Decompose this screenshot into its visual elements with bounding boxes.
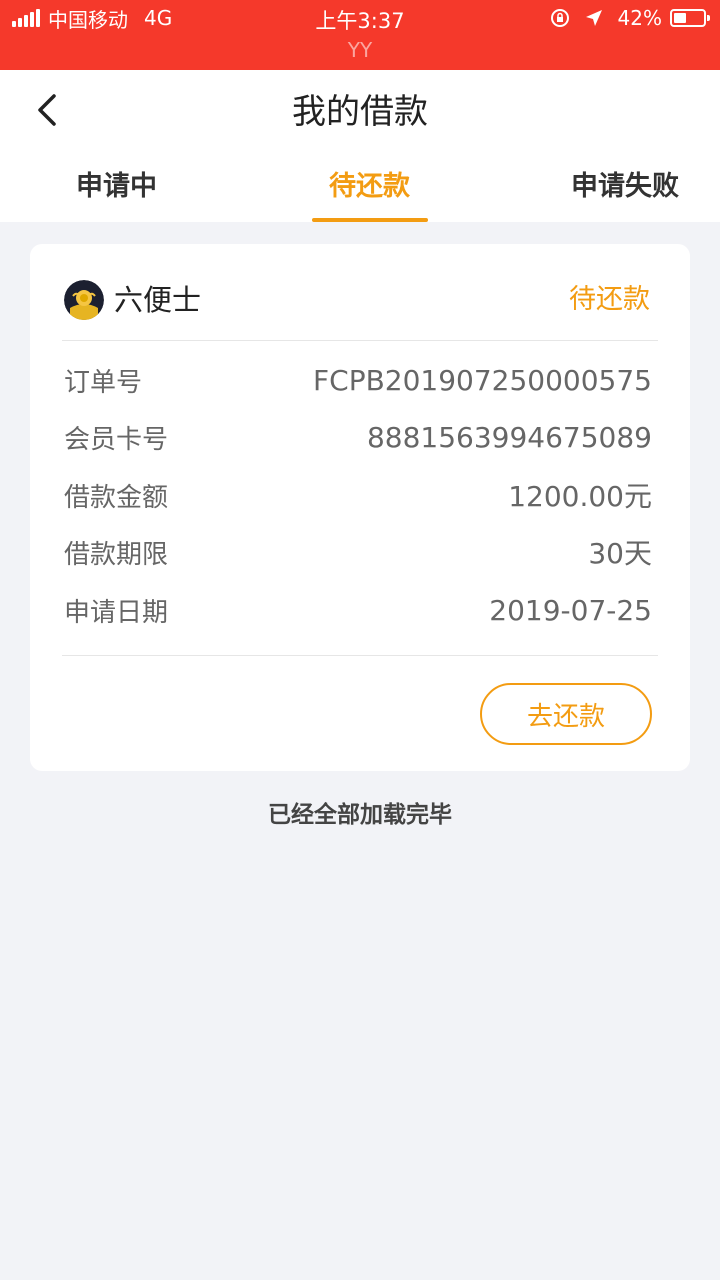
rotation-lock-icon	[550, 9, 569, 27]
lender-logo-icon	[64, 280, 104, 320]
loan-status-label: 待还款	[569, 284, 650, 315]
tab-pending-repayment[interactable]: 待还款	[329, 164, 410, 203]
tab-application-failed[interactable]: 申请失败	[571, 164, 679, 203]
location-arrow-icon	[585, 10, 602, 26]
battery-icon	[670, 9, 710, 27]
detail-row-loan-amount: 借款金额 1200.00元	[64, 475, 652, 515]
row-label: 借款金额	[64, 482, 169, 513]
row-label: 借款期限	[64, 539, 169, 570]
row-value: 8881563994675089	[366, 420, 652, 454]
page-title: 我的借款	[292, 92, 428, 132]
lender-name: 六便士	[114, 283, 202, 317]
detail-row-application-date: 申请日期 2019-07-25	[64, 590, 652, 630]
all-loaded-note: 已经全部加载完毕	[268, 802, 452, 828]
status-bar: 中国移动 4G 上午3:37 YY 42%	[0, 0, 720, 70]
detail-row-member-card: 会员卡号 8881563994675089	[64, 417, 652, 457]
row-label: 申请日期	[64, 597, 169, 628]
row-value: 30天	[588, 537, 652, 570]
status-right: 42%	[550, 6, 710, 30]
detail-row-loan-term: 借款期限 30天	[64, 532, 652, 572]
divider	[62, 655, 658, 656]
status-sub-label: YY	[347, 38, 373, 62]
divider	[62, 340, 658, 341]
row-value: 1200.00元	[508, 480, 652, 513]
detail-row-order-number: 订单号 FCPB201907250000575	[64, 360, 652, 400]
row-label: 订单号	[64, 367, 143, 398]
loan-card: 六便士 待还款 订单号 FCPB201907250000575 会员卡号 888…	[30, 244, 690, 771]
battery-percent: 42%	[617, 6, 662, 30]
active-tab-indicator	[312, 218, 428, 222]
row-value: FCPB201907250000575	[313, 363, 652, 397]
repay-button[interactable]: 去还款	[480, 683, 652, 745]
tab-applying[interactable]: 申请中	[76, 164, 157, 203]
header: 我的借款 申请中 待还款 申请失败	[0, 70, 720, 222]
row-value: 2019-07-25	[489, 593, 652, 627]
row-label: 会员卡号	[64, 424, 169, 455]
